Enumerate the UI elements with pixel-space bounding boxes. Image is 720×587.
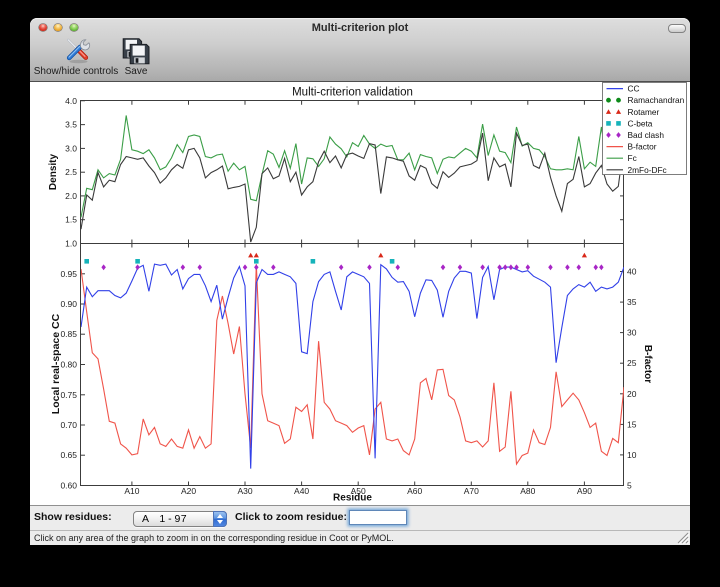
svg-text:3.0: 3.0: [65, 143, 77, 153]
svg-text:A30: A30: [237, 486, 252, 496]
svg-text:30: 30: [627, 328, 637, 338]
svg-text:0.80: 0.80: [60, 360, 77, 370]
svg-text:35: 35: [627, 297, 637, 307]
svg-text:Fc: Fc: [628, 153, 637, 163]
svg-text:4.0: 4.0: [65, 96, 77, 106]
svg-text:0.70: 0.70: [60, 420, 77, 430]
svg-text:CC: CC: [628, 84, 640, 94]
svg-text:1.0: 1.0: [65, 239, 77, 249]
svg-text:A70: A70: [464, 486, 479, 496]
svg-text:A80: A80: [520, 486, 535, 496]
svg-text:Multi-criterion validation: Multi-criterion validation: [292, 87, 413, 99]
svg-text:Rotamer: Rotamer: [628, 107, 660, 117]
svg-text:20: 20: [627, 389, 637, 399]
svg-text:5: 5: [627, 481, 632, 491]
svg-text:Local real-space CC: Local real-space CC: [50, 313, 62, 414]
svg-text:A10: A10: [124, 486, 139, 496]
svg-text:Residue: Residue: [333, 493, 372, 504]
svg-text:0.65: 0.65: [60, 450, 77, 460]
svg-text:2.5: 2.5: [65, 167, 77, 177]
svg-text:1.5: 1.5: [65, 215, 77, 225]
svg-text:A40: A40: [294, 486, 309, 496]
svg-text:0.95: 0.95: [60, 269, 77, 279]
svg-text:Bad clash: Bad clash: [628, 130, 665, 140]
svg-text:Density: Density: [48, 154, 59, 191]
svg-text:A90: A90: [577, 486, 592, 496]
svg-text:15: 15: [627, 419, 637, 429]
svg-text:2mFo-DFc: 2mFo-DFc: [628, 165, 667, 175]
svg-text:Ramachandran: Ramachandran: [628, 95, 685, 105]
svg-text:A60: A60: [407, 486, 422, 496]
svg-text:0.60: 0.60: [60, 481, 77, 491]
svg-text:B-factor: B-factor: [642, 345, 653, 383]
svg-text:0.90: 0.90: [60, 299, 77, 309]
svg-text:10: 10: [627, 450, 637, 460]
svg-text:3.5: 3.5: [65, 120, 77, 130]
svg-text:C-beta: C-beta: [628, 118, 653, 128]
svg-text:B-factor: B-factor: [628, 142, 657, 152]
svg-text:A20: A20: [181, 486, 196, 496]
svg-text:0.75: 0.75: [60, 390, 77, 400]
svg-text:0.85: 0.85: [60, 329, 77, 339]
svg-text:25: 25: [627, 358, 637, 368]
svg-text:2.0: 2.0: [65, 191, 77, 201]
svg-text:40: 40: [627, 267, 637, 277]
